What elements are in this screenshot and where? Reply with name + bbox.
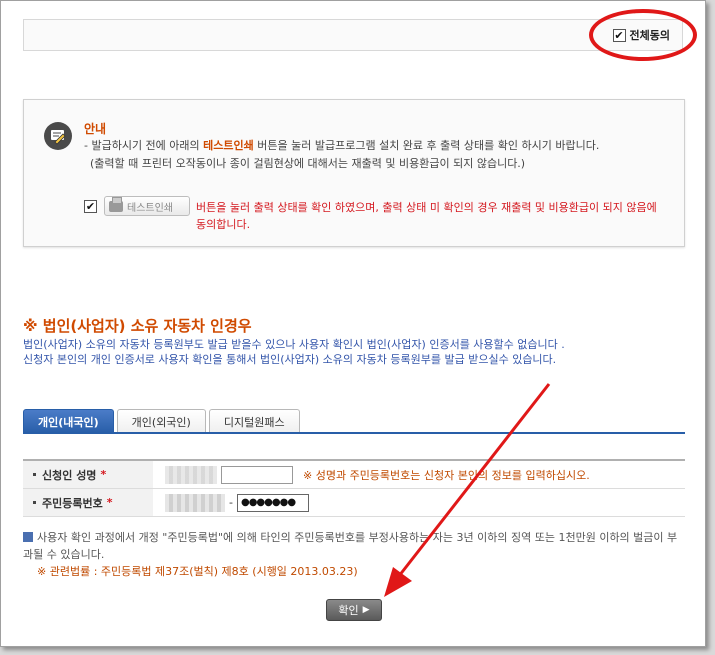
notice-line-1: - 발급하시기 전에 아래의 테스트인쇄 버튼을 눌러 발급프로그램 설치 완료… xyxy=(84,139,600,152)
rrn-label: 주민등록번호 * xyxy=(23,489,153,516)
law-reference: ※ 관련법률 : 주민등록법 제37조(벌칙) 제8호 (시행일 2013.03… xyxy=(37,565,358,578)
info-square-icon xyxy=(23,532,33,542)
confirm-label: 확인 xyxy=(338,604,359,617)
annotation-circle xyxy=(589,9,697,61)
rrn-second-input[interactable]: ●●●●●●● xyxy=(236,493,309,512)
test-print-emphasis: 테스트인쇄 xyxy=(203,139,254,152)
test-print-label: 테스트인쇄 xyxy=(127,202,173,214)
corporate-title: ※ 법인(사업자) 소유 자동차 인경우 xyxy=(23,317,252,335)
notice-box: 안내 - 발급하시기 전에 아래의 테스트인쇄 버튼을 눌러 발급프로그램 설치… xyxy=(23,99,685,247)
tab-digital-onepass[interactable]: 디지털원패스 xyxy=(208,409,300,433)
corporate-description: 법인(사업자) 소유의 자동차 등록원부도 발급 받을수 있으나 사용자 확인시… xyxy=(23,338,565,366)
tab-underline xyxy=(23,432,685,434)
applicant-form: 신청인 성명 * ※ 성명과 주민등록번호는 신청자 본인의 정보를 입력하십시오… xyxy=(23,459,685,517)
notice-pencil-icon xyxy=(44,122,72,150)
rrn-first-redacted[interactable] xyxy=(165,493,225,512)
name-input[interactable] xyxy=(221,465,293,484)
print-agree-checkbox[interactable]: ✔ xyxy=(84,200,97,213)
tab-domestic[interactable]: 개인(내국인) xyxy=(23,409,114,433)
law-text: 사용자 확인 과정에서 개정 "주민등록법"에 의해 타인의 주민등록번호를 부… xyxy=(23,531,678,561)
law-notice: 사용자 확인 과정에서 개정 "주민등록법"에 의해 타인의 주민등록번호를 부… xyxy=(23,529,683,580)
notice-title: 안내 xyxy=(84,122,107,136)
name-row: 신청인 성명 * ※ 성명과 주민등록번호는 신청자 본인의 정보를 입력하십시오… xyxy=(23,461,685,489)
rrn-row: 주민등록번호 * - ●●●●●●● xyxy=(23,489,685,517)
auth-tabs: 개인(내국인) 개인(외국인) 디지털원패스 xyxy=(23,409,300,433)
name-redacted xyxy=(165,465,217,484)
tab-foreigner[interactable]: 개인(외국인) xyxy=(116,409,206,433)
name-label: 신청인 성명 * xyxy=(23,461,153,488)
chevron-right-icon: ▶ xyxy=(362,605,370,615)
test-print-button[interactable]: 테스트인쇄 xyxy=(104,196,190,216)
agree-bar: ✔ 전체동의 xyxy=(23,19,683,51)
confirm-button[interactable]: 확인 ▶ xyxy=(326,599,382,621)
page-frame: ✔ 전체동의 안내 - 발급하시기 전에 아래의 테스트인쇄 버튼을 눌러 발급… xyxy=(0,0,706,647)
printer-icon xyxy=(109,196,123,212)
rrn-dash: - xyxy=(229,496,233,509)
print-agree-text: 버튼을 눌러 출력 상태를 확인 하였으며, 출력 상태 미 확인의 경우 재출… xyxy=(196,201,657,231)
notice-line-2: (출력할 때 프린터 오작동이나 종이 걸림현상에 대해서는 재출력 및 비용환… xyxy=(90,157,526,170)
form-hint: ※ 성명과 주민등록번호는 신청자 본인의 정보를 입력하십시오. xyxy=(303,468,590,482)
